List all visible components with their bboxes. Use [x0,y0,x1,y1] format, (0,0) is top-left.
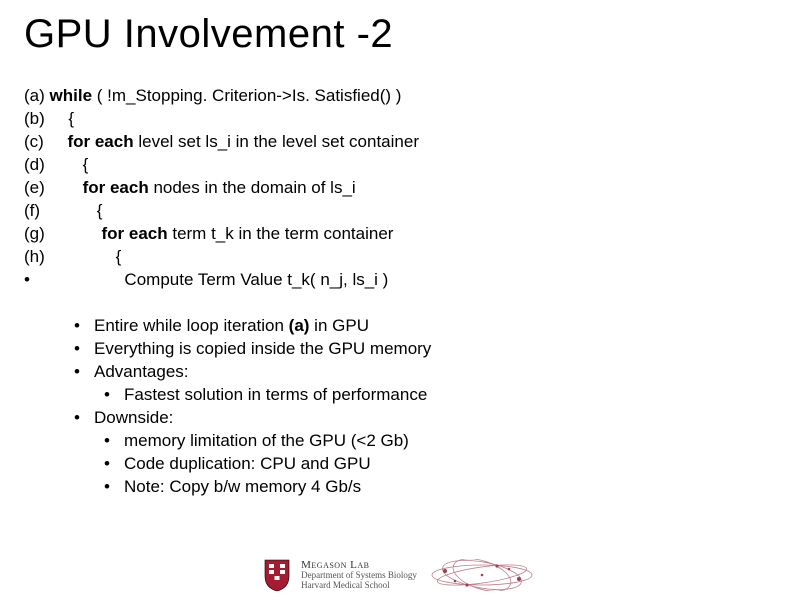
keyword: while [50,86,93,105]
code-line-d: (d) { [24,154,776,177]
line-label: (d) [24,154,45,177]
bullet-icon: • [104,476,124,499]
line-label: • [24,269,30,292]
bullet-item: •Downside: [44,407,776,430]
code-line-a: (a) while ( !m_Stopping. Criterion->Is. … [24,85,776,108]
swirl-graphic-icon [427,559,537,591]
bullet-icon: • [104,430,124,453]
line-label: (g) [24,223,45,246]
line-label: (c) [24,131,44,154]
line-label: (b) [24,108,45,131]
line-label: (f) [24,200,40,223]
keyword: for each [101,224,167,243]
bullet-icon: • [104,384,124,407]
keyword: for each [67,132,133,151]
line-label: (h) [24,246,45,269]
harvard-shield-icon [263,558,291,592]
slide: GPU Involvement -2 (a) while ( !m_Stoppi… [0,0,800,499]
line-label: (a) [24,85,45,108]
code-line-e: (e) for each nodes in the domain of ls_i [24,177,776,200]
bullet-item: •Advantages: [44,361,776,384]
bullet-icon: • [74,315,94,338]
bullet-icon: • [74,361,94,384]
code-line-b: (b) { [24,108,776,131]
bullet-icon: • [74,407,94,430]
code-line-f: (f) { [24,200,776,223]
bullet-subitem: •Fastest solution in terms of performanc… [44,384,776,407]
bullet-subitem: •memory limitation of the GPU (<2 Gb) [44,430,776,453]
code-line-h: (h) { [24,246,776,269]
page-title: GPU Involvement -2 [24,12,776,57]
bullet-list: •Entire while loop iteration (a) in GPU … [24,315,776,499]
line-label: (e) [24,177,45,200]
school-name: Harvard Medical School [301,581,417,591]
code-line-g: (g) for each term t_k in the term contai… [24,223,776,246]
bullet-subitem: •Note: Copy b/w memory 4 Gb/s [44,476,776,499]
footer: Megason Lab Department of Systems Biolog… [0,558,800,592]
keyword: for each [83,178,149,197]
bullet-item: •Everything is copied inside the GPU mem… [44,338,776,361]
bullet-icon: • [104,453,124,476]
code-line-i: • Compute Term Value t_k( n_j, ls_i ) [24,269,776,292]
bullet-item: •Entire while loop iteration (a) in GPU [44,315,776,338]
bullet-icon: • [74,338,94,361]
footer-text: Megason Lab Department of Systems Biolog… [301,559,417,591]
code-block: (a) while ( !m_Stopping. Criterion->Is. … [24,85,776,291]
code-line-c: (c) for each level set ls_i in the level… [24,131,776,154]
bullet-subitem: •Code duplication: CPU and GPU [44,453,776,476]
